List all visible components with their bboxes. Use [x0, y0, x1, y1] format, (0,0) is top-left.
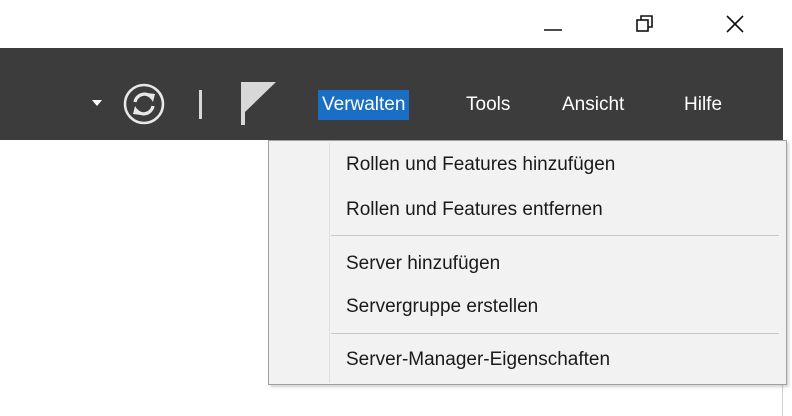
menu-hilfe[interactable]: Hilfe [684, 90, 722, 120]
menu-item-server-manager-properties[interactable]: Server-Manager-Eigenschaften [270, 342, 785, 378]
menu-item-add-servers[interactable]: Server hinzufügen [270, 246, 785, 282]
menu-item-label: Rollen und Features hinzufügen [346, 154, 616, 175]
menu-item-create-server-group[interactable]: Servergruppe erstellen [270, 289, 785, 325]
menu-ansicht[interactable]: Ansicht [562, 90, 624, 120]
restore-button[interactable] [622, 0, 668, 48]
dropdown-arrow-icon[interactable] [90, 98, 104, 108]
minimize-icon [544, 29, 562, 31]
verwalten-dropdown-menu: Rollen und Features hinzufügen Rollen un… [268, 140, 787, 385]
toolbar-separator [199, 90, 202, 119]
flag-icon[interactable] [238, 80, 278, 126]
menu-item-remove-roles-features[interactable]: Rollen und Features entfernen [270, 192, 785, 228]
menu-item-label: Rollen und Features entfernen [346, 199, 603, 220]
close-button[interactable] [712, 0, 758, 48]
toolbar: Verwalten Tools Ansicht Hilfe [0, 48, 783, 140]
menu-separator [331, 333, 779, 334]
close-icon [726, 15, 744, 33]
server-manager-window: Verwalten Tools Ansicht Hilfe Rollen und… [0, 0, 787, 416]
menu-item-label: Server-Manager-Eigenschaften [346, 349, 611, 370]
restore-icon [636, 15, 653, 32]
minimize-button[interactable] [530, 0, 576, 48]
refresh-icon[interactable] [122, 82, 166, 126]
menu-item-label: Servergruppe erstellen [346, 296, 539, 317]
title-bar [0, 0, 783, 48]
menu-tools[interactable]: Tools [466, 90, 510, 120]
menu-separator [331, 235, 779, 236]
menu-verwalten[interactable]: Verwalten [318, 90, 410, 120]
menu-item-label: Server hinzufügen [346, 253, 501, 274]
menu-item-add-roles-features[interactable]: Rollen und Features hinzufügen [270, 147, 785, 183]
